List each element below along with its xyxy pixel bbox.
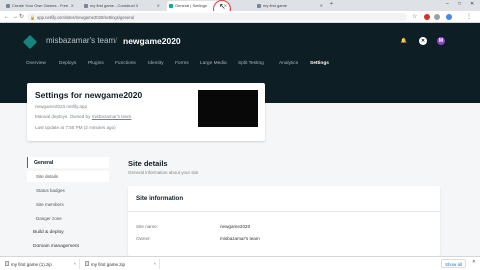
address-bar[interactable]: 🔒 app.netlify.com/sites/newgame2020/sett… [27, 13, 407, 21]
chevron-up-icon[interactable]: ˄ [74, 261, 76, 266]
chevron-up-icon[interactable]: ˄ [154, 261, 156, 266]
tab-label: General | Settings [175, 3, 207, 8]
sidebar-item-general[interactable]: General [27, 157, 109, 168]
star-icon[interactable]: ☆ [412, 13, 417, 21]
download-filename: my first game.zip [91, 262, 126, 267]
tab-close-icon[interactable]: ✕ [71, 3, 74, 8]
extension-icon[interactable] [434, 14, 440, 20]
forward-icon[interactable]: → [12, 13, 18, 21]
bell-icon[interactable]: 🔔 [400, 37, 408, 45]
file-icon [85, 261, 89, 266]
tab-close-icon[interactable]: ✕ [320, 3, 323, 8]
lock-icon: 🔒 [30, 14, 35, 20]
sidebar-item-domain-management[interactable]: Domain management [27, 241, 109, 252]
tab-label: my first game [263, 3, 288, 8]
tab-deploys[interactable]: Deploys [59, 61, 76, 66]
download-filename: my first game (1).zip [11, 262, 52, 267]
section-title: Site details [128, 159, 168, 168]
sidebar-item-danger-zone[interactable]: Danger zone [27, 213, 109, 224]
help-icon[interactable]: ✕ [419, 37, 427, 45]
tab-identity[interactable]: Identity [148, 61, 163, 66]
reload-icon[interactable]: ↻ [19, 13, 24, 21]
owner-label: Owner: [136, 236, 151, 241]
settings-card: Settings for newgame2020 newgame2020.net… [27, 83, 265, 141]
browser-tab[interactable]: my first game ✕ [255, 1, 325, 11]
download-item[interactable]: my first game (1).zip ˄ [2, 259, 80, 269]
maximize-icon[interactable]: □ [458, 1, 461, 7]
url-text: app.netlify.com/sites/newgame2020/settin… [37, 14, 134, 20]
tab-plugins[interactable]: Plugins [88, 61, 104, 66]
team-name[interactable]: misbazamar's team [46, 36, 115, 45]
browser-menu-icon[interactable]: ⋮ [466, 13, 472, 21]
site-url-link[interactable]: newgame2020.netlify.app [35, 104, 87, 109]
last-update: Last update at 7:55 PM (2 minutes ago) [35, 125, 116, 130]
file-icon [5, 261, 9, 266]
extension-icon[interactable] [424, 14, 430, 20]
browser-tab-strip: Create Your Own Games - Free ✕ my first … [0, 0, 480, 11]
back-icon[interactable]: ← [4, 13, 10, 21]
download-item[interactable]: my first game.zip ˄ [82, 259, 160, 269]
owner-value: misbazamar's team [220, 236, 260, 241]
tab-large-media[interactable]: Large Media [200, 61, 227, 66]
tab-settings[interactable]: Settings [310, 61, 329, 66]
browser-toolbar: ← → ↻ 🔒 app.netlify.com/sites/newgame202… [0, 11, 480, 23]
tab-label: Create Your Own Games - Free [12, 3, 69, 8]
site-name-label: Site name: [136, 224, 158, 229]
profile-icon[interactable] [446, 14, 452, 20]
section-subtitle: General information about your site [128, 170, 199, 175]
panel-title: Site information [136, 195, 184, 202]
sidebar-item-status-badges[interactable]: Status badges [27, 185, 109, 196]
site-name[interactable]: newgame2020 [123, 36, 181, 46]
tab-split-testing[interactable]: Split Testing [238, 61, 264, 66]
sidebar-item-build-deploy[interactable]: Build & deploy [27, 227, 109, 238]
tab-favicon-icon [84, 4, 88, 8]
breadcrumb-separator: / [115, 36, 118, 45]
settings-title: Settings for newgame2020 [35, 90, 143, 100]
browser-tab[interactable]: Create Your Own Games - Free ✕ [4, 1, 76, 11]
tab-favicon-icon [257, 4, 261, 8]
tab-overview[interactable]: Overview [26, 61, 46, 66]
tab-functions[interactable]: Functions [115, 61, 136, 66]
site-information-panel: Site information Site name: newgame2020 … [128, 186, 440, 256]
avatar[interactable]: M [437, 37, 445, 45]
mouse-cursor-icon: ↖ [219, 2, 226, 11]
deploy-info: Manual deploys. Owned by misbazamar's te… [35, 114, 131, 119]
deploy-info-text: Manual deploys. Owned by [35, 114, 91, 119]
owner-link[interactable]: misbazamar's team [92, 114, 132, 119]
minimize-icon[interactable]: – [446, 1, 449, 7]
divider [128, 211, 440, 212]
tab-forms[interactable]: Forms [175, 61, 189, 66]
sidebar-item-site-details[interactable]: Site details [27, 171, 109, 182]
close-icon[interactable]: ✕ [472, 259, 476, 265]
tab-close-icon[interactable]: ✕ [157, 3, 160, 8]
downloads-bar: my first game (1).zip ˄ my first game.zi… [0, 256, 480, 270]
site-name-value: newgame2020 [220, 224, 251, 229]
tab-favicon-icon [169, 4, 173, 8]
sidebar-item-site-members[interactable]: Site members [27, 199, 109, 210]
show-all-button[interactable]: Show all [440, 259, 466, 268]
tab-label: my first game - Construct 3 [90, 3, 139, 8]
browser-tab[interactable]: my first game - Construct 3 ✕ [82, 1, 162, 11]
site-screenshot-thumbnail[interactable] [198, 90, 258, 127]
tab-analytics[interactable]: Analytics [279, 61, 298, 66]
tab-favicon-icon [6, 4, 10, 8]
window-close-icon[interactable]: ✕ [470, 1, 474, 7]
new-tab-button[interactable]: + [330, 1, 333, 7]
